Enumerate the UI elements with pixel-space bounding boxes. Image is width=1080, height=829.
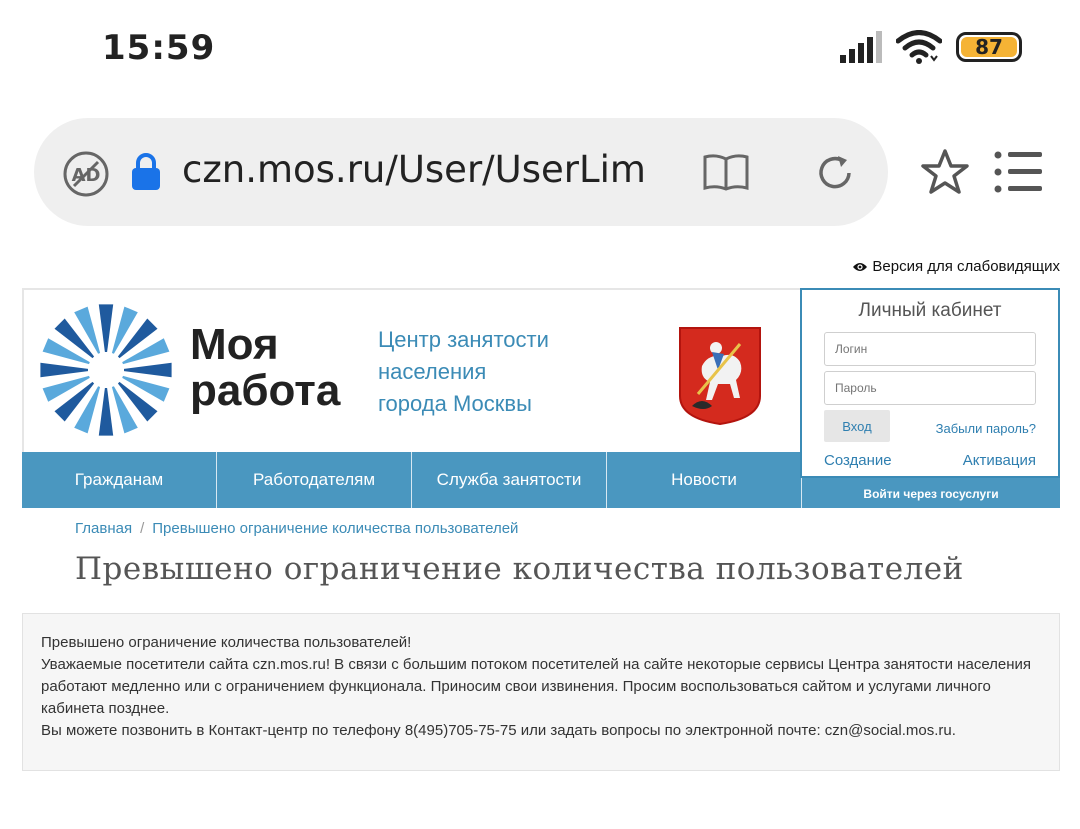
reload-icon[interactable] — [814, 152, 856, 194]
accessibility-link[interactable]: Версия для слабовидящих — [852, 258, 1060, 275]
adblock-icon[interactable]: AD — [62, 150, 110, 198]
address-bar[interactable]: AD czn.mos.ru/User/UserLimit — [34, 118, 888, 226]
lock-icon — [132, 153, 160, 190]
logo-line-2: работа — [190, 366, 341, 415]
center-name-line-2: населения — [378, 359, 487, 384]
notice-box: Превышено ограничение количества пользов… — [22, 613, 1060, 771]
moscow-coat-of-arms-icon — [679, 327, 761, 426]
center-name-line-3: города Москвы — [378, 391, 532, 416]
battery-level: 87 — [961, 35, 1017, 59]
star-icon[interactable] — [920, 148, 970, 196]
logo-ray — [40, 362, 88, 378]
password-input[interactable] — [824, 371, 1036, 405]
logo-ray — [98, 388, 114, 436]
center-name-line-1: Центр занятости — [378, 327, 549, 352]
activation-link[interactable]: Активация — [963, 452, 1036, 469]
status-icons: 87 — [840, 30, 1022, 64]
url-text[interactable]: czn.mos.ru/User/UserLimit — [182, 148, 648, 191]
status-time: 15:59 — [102, 28, 216, 68]
notice-contacts: Вы можете позвонить в Контакт-центр по т… — [41, 722, 956, 739]
menu-icon[interactable] — [994, 150, 1042, 194]
logo-ray — [124, 362, 172, 378]
register-link[interactable]: Создание — [824, 452, 892, 469]
eye-icon — [853, 262, 868, 271]
login-button[interactable]: Вход — [824, 410, 890, 442]
breadcrumb-separator: / — [140, 520, 145, 537]
cabinet-title: Личный кабинет — [858, 300, 1002, 321]
wifi-icon — [896, 30, 942, 64]
gosuslugi-login-button[interactable]: Войти через госуслуги — [802, 480, 1060, 508]
signal-icon — [840, 31, 882, 63]
nav-item-citizens[interactable]: Гражданам — [22, 452, 217, 508]
personal-cabinet-panel: Личный кабинет Вход Забыли пароль? Созда… — [800, 288, 1060, 478]
nav-item-employers[interactable]: Работодателям — [217, 452, 412, 508]
forgot-password-link[interactable]: Забыли пароль? — [936, 421, 1036, 436]
notice-heading: Превышено ограничение количества пользов… — [41, 634, 412, 651]
breadcrumb-current[interactable]: Превышено ограничение количества пользов… — [152, 520, 518, 537]
logo-ray — [98, 304, 114, 352]
breadcrumb: Главная / Превышено ограничение количества… — [75, 520, 518, 537]
page-title: Превышено ограничение количества пользов… — [75, 551, 964, 587]
logo-icon[interactable] — [36, 300, 176, 440]
center-name: Центр занятости населения города Москвы — [378, 324, 549, 420]
reader-mode-icon[interactable] — [702, 152, 750, 192]
logo-text[interactable]: Моя работа — [190, 322, 340, 414]
login-input[interactable] — [824, 332, 1036, 366]
notice-body: Уважаемые посетители сайта czn.mos.ru! В… — [41, 656, 1032, 717]
accessibility-label: Версия для слабовидящих — [872, 258, 1060, 275]
nav-item-employment-service[interactable]: Служба занятости — [412, 452, 607, 508]
logo-line-1: Моя — [190, 320, 279, 369]
status-bar: 15:59 87 — [0, 0, 1080, 96]
battery-indicator: 87 — [956, 32, 1022, 62]
breadcrumb-home[interactable]: Главная — [75, 520, 132, 537]
nav-item-news[interactable]: Новости — [607, 452, 802, 508]
